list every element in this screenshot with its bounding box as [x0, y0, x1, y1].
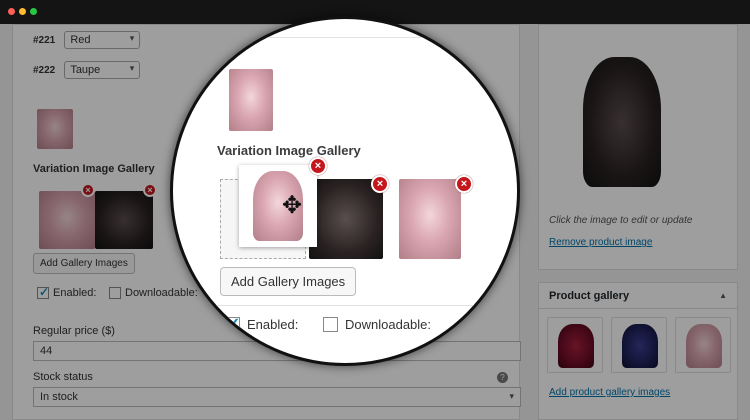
add-product-gallery-images-link[interactable]: Add product gallery images — [549, 387, 670, 398]
product-image[interactable] — [567, 39, 677, 199]
variation-row-221: #221 Red ▾ — [33, 31, 141, 49]
collapse-icon[interactable]: ▲ — [719, 291, 727, 300]
downloadable-label: Downloadable: — [125, 287, 198, 299]
add-gallery-images-button[interactable]: Add Gallery Images — [220, 267, 357, 296]
variation-row-222: #222 Taupe ▾ — [33, 61, 141, 79]
remove-image-icon[interactable]: × — [81, 183, 95, 197]
downloadable-checkbox[interactable] — [323, 317, 338, 332]
gallery-image[interactable] — [39, 191, 95, 249]
product-image-box: Click the image to edit or update Remove… — [538, 24, 738, 270]
variation-color-select[interactable]: Red ▾ — [64, 31, 141, 49]
product-gallery-title: Product gallery — [549, 290, 630, 302]
chevron-down-icon: ▾ — [129, 63, 135, 73]
downloadable-checkbox[interactable] — [109, 287, 121, 299]
gallery-image[interactable] — [95, 191, 153, 249]
chevron-down-icon: ▾ — [509, 391, 514, 401]
remove-image-icon[interactable]: × — [309, 157, 327, 175]
enabled-checkbox[interactable] — [225, 314, 240, 334]
stock-status-label: Stock status — [33, 371, 93, 383]
divider — [173, 37, 517, 38]
downloadable-label: Downloadable: — [345, 317, 432, 332]
minimize-window-button[interactable] — [19, 8, 26, 15]
chevron-down-icon: ▾ — [129, 33, 135, 43]
regular-price-label: Regular price ($) — [33, 325, 115, 337]
variation-image-thumbnail[interactable] — [229, 69, 273, 131]
variation-id: #221 — [33, 34, 56, 46]
divider — [173, 305, 517, 306]
remove-product-image-link[interactable]: Remove product image — [549, 237, 652, 248]
remove-image-icon[interactable]: × — [455, 175, 473, 193]
variation-image-thumbnail[interactable] — [37, 109, 73, 149]
help-icon[interactable]: ? — [497, 372, 508, 383]
gallery-image[interactable] — [399, 179, 461, 259]
variation-id: #222 — [33, 64, 56, 76]
stock-status-select[interactable]: In stock ▾ — [33, 387, 521, 407]
enabled-checkbox[interactable] — [37, 285, 49, 299]
close-window-button[interactable] — [8, 8, 15, 15]
maximize-window-button[interactable] — [30, 8, 37, 15]
add-gallery-images-button[interactable]: Add Gallery Images — [33, 253, 135, 274]
product-gallery-box: Product gallery ▲ Add product gallery im… — [538, 282, 738, 420]
gallery-title: Variation Image Gallery — [217, 143, 361, 158]
gallery-thumbnail[interactable] — [675, 317, 731, 373]
dragged-gallery-image[interactable] — [239, 165, 317, 247]
gallery-image[interactable] — [309, 179, 383, 259]
product-image-caption: Click the image to edit or update — [549, 215, 693, 226]
gallery-title: Variation Image Gallery — [33, 163, 155, 175]
remove-image-icon[interactable]: × — [143, 183, 157, 197]
remove-image-icon[interactable]: × — [371, 175, 389, 193]
gallery-thumbnail[interactable] — [611, 317, 667, 373]
magnifier-lens: Variation Image Gallery × × × ✥ Add Gall… — [170, 16, 520, 366]
enabled-label: Enabled: — [53, 287, 97, 299]
enabled-label: Enabled: — [247, 317, 299, 332]
product-gallery-header[interactable]: Product gallery ▲ — [539, 283, 737, 309]
gallery-thumbnail[interactable] — [547, 317, 603, 373]
move-cursor-icon: ✥ — [281, 192, 303, 219]
variation-color-select[interactable]: Taupe ▾ — [64, 61, 141, 79]
